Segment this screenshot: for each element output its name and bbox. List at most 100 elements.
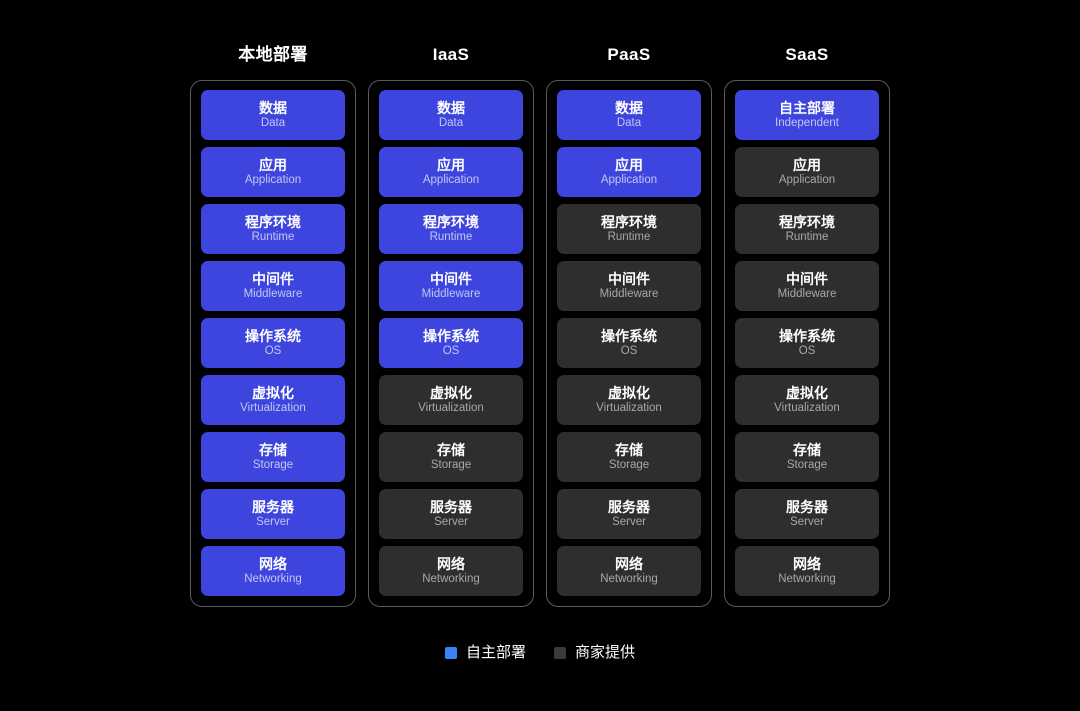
layer-label-zh: 虚拟化 [430, 384, 472, 401]
stack-layer: 网络 Networking [379, 546, 523, 596]
layer-label-zh: 服务器 [608, 498, 650, 515]
layer-label-en: Middleware [243, 287, 303, 300]
layer-label-zh: 服务器 [430, 498, 472, 515]
stack-layer: 虚拟化 Virtualization [735, 375, 879, 425]
layer-label-en: Virtualization [596, 401, 662, 414]
layer-label-zh: 网络 [615, 555, 643, 572]
layer-label-zh: 虚拟化 [786, 384, 828, 401]
stack-layer: 程序环境 Runtime [379, 204, 523, 254]
stack-layer: 虚拟化 Virtualization [379, 375, 523, 425]
stack-layer: 服务器 Server [557, 489, 701, 539]
layer-label-en: OS [798, 344, 816, 357]
stack-layer: 中间件 Middleware [557, 261, 701, 311]
stack-layer: 应用 Application [201, 147, 345, 197]
column-title: SaaS [785, 45, 829, 64]
layer-label-en: Server [790, 515, 824, 528]
layer-label-en: Networking [422, 572, 480, 585]
layer-label-zh: 存储 [259, 441, 287, 458]
stack-layer: 应用 Application [735, 147, 879, 197]
layer-label-en: Networking [600, 572, 658, 585]
layer-label-zh: 自主部署 [779, 99, 835, 116]
stack-frame: 数据 Data 应用 Application 程序环境 Runtime 中间件 Middlew… [190, 80, 356, 607]
diagram-canvas: 本地部署 数据 Data 应用 Application 程序环境 Runtime 中间件 Mid… [0, 0, 1080, 711]
layer-label-en: Networking [244, 572, 302, 585]
layer-label-en: Runtime [785, 230, 829, 243]
layer-label-zh: 数据 [615, 99, 643, 116]
layer-label-en: Middleware [421, 287, 481, 300]
layer-label-en: Runtime [429, 230, 473, 243]
layer-label-zh: 操作系统 [423, 327, 479, 344]
stack-layer: 存储 Storage [201, 432, 345, 482]
layer-label-zh: 服务器 [786, 498, 828, 515]
column-title: 本地部署 [238, 45, 308, 64]
stack-layer: 操作系统 OS [201, 318, 345, 368]
layer-label-zh: 虚拟化 [608, 384, 650, 401]
layer-label-en: Server [612, 515, 646, 528]
stack-frame: 自主部署 Independent 应用 Application 程序环境 Runtime 中… [724, 80, 890, 607]
column-title: IaaS [432, 45, 470, 64]
stack-layer: 程序环境 Runtime [201, 204, 345, 254]
service-model-column: 本地部署数据 Data 应用 Application 程序环境 Runtime 中间件 Mid… [190, 36, 356, 607]
column-title: PaaS [607, 45, 651, 64]
legend-label: 自主部署 [465, 644, 526, 661]
layer-label-en: Networking [778, 572, 836, 585]
stack-layer: 操作系统 OS [379, 318, 523, 368]
stack-layer: 中间件 Middleware [201, 261, 345, 311]
layer-label-zh: 中间件 [608, 270, 650, 287]
stack-layer: 服务器 Server [379, 489, 523, 539]
stack-layer: 程序环境 Runtime [557, 204, 701, 254]
layer-label-zh: 服务器 [252, 498, 294, 515]
stack-layer: 存储 Storage [735, 432, 879, 482]
layer-label-zh: 操作系统 [601, 327, 657, 344]
layer-label-en: Storage [252, 458, 294, 471]
layer-label-en: Storage [608, 458, 650, 471]
layer-label-zh: 程序环境 [245, 213, 301, 230]
layer-label-zh: 存储 [793, 441, 821, 458]
layer-label-zh: 程序环境 [423, 213, 479, 230]
layer-label-en: Virtualization [774, 401, 840, 414]
layer-label-zh: 存储 [615, 441, 643, 458]
layer-label-en: Runtime [607, 230, 651, 243]
layer-label-en: Middleware [599, 287, 659, 300]
layer-label-en: Virtualization [240, 401, 306, 414]
stack-layer: 应用 Application [379, 147, 523, 197]
layer-label-en: Application [422, 173, 480, 186]
layer-label-zh: 应用 [437, 156, 465, 173]
layer-label-en: Server [434, 515, 468, 528]
layer-label-en: Application [244, 173, 302, 186]
layer-label-zh: 中间件 [252, 270, 294, 287]
stack-layer: 网络 Networking [201, 546, 345, 596]
layer-label-en: OS [442, 344, 460, 357]
layer-label-zh: 操作系统 [245, 327, 301, 344]
stack-layer: 数据 Data [201, 90, 345, 140]
stack-layer: 程序环境 Runtime [735, 204, 879, 254]
layer-label-zh: 网络 [437, 555, 465, 572]
layer-label-en: Independent [775, 116, 839, 129]
layer-label-zh: 操作系统 [779, 327, 835, 344]
legend: 自主部署 商家提供 [0, 645, 1080, 660]
stack-layer: 数据 Data [379, 90, 523, 140]
legend-swatch-icon [444, 646, 457, 659]
stack-layer: 服务器 Server [735, 489, 879, 539]
stack-layer: 虚拟化 Virtualization [201, 375, 345, 425]
layer-label-en: Storage [786, 458, 828, 471]
service-model-column: PaaS 数据 Data 应用 Application 程序环境 Runtime 中间件 Mid… [546, 36, 712, 607]
service-model-column: SaaS 自主部署 Independent 应用 Application 程序环境 Runt… [724, 36, 890, 607]
stack-layer: 操作系统 OS [735, 318, 879, 368]
layer-label-zh: 中间件 [430, 270, 472, 287]
stack-layer: 中间件 Middleware [379, 261, 523, 311]
stack-layer: 操作系统 OS [557, 318, 701, 368]
layer-label-en: Server [256, 515, 290, 528]
layer-label-zh: 数据 [437, 99, 465, 116]
layer-label-zh: 网络 [793, 555, 821, 572]
stack-layer: 存储 Storage [379, 432, 523, 482]
stack-frame: 数据 Data 应用 Application 程序环境 Runtime 中间件 Middlew… [546, 80, 712, 607]
stack-layer: 服务器 Server [201, 489, 345, 539]
stack-layer: 自主部署 Independent [735, 90, 879, 140]
layer-label-en: Storage [430, 458, 472, 471]
service-model-columns: 本地部署 数据 Data 应用 Application 程序环境 Runtime 中间件 Mid… [190, 36, 890, 607]
stack-layer: 网络 Networking [735, 546, 879, 596]
layer-label-en: Virtualization [418, 401, 484, 414]
layer-label-en: Application [778, 173, 836, 186]
legend-swatch-icon [554, 646, 566, 659]
